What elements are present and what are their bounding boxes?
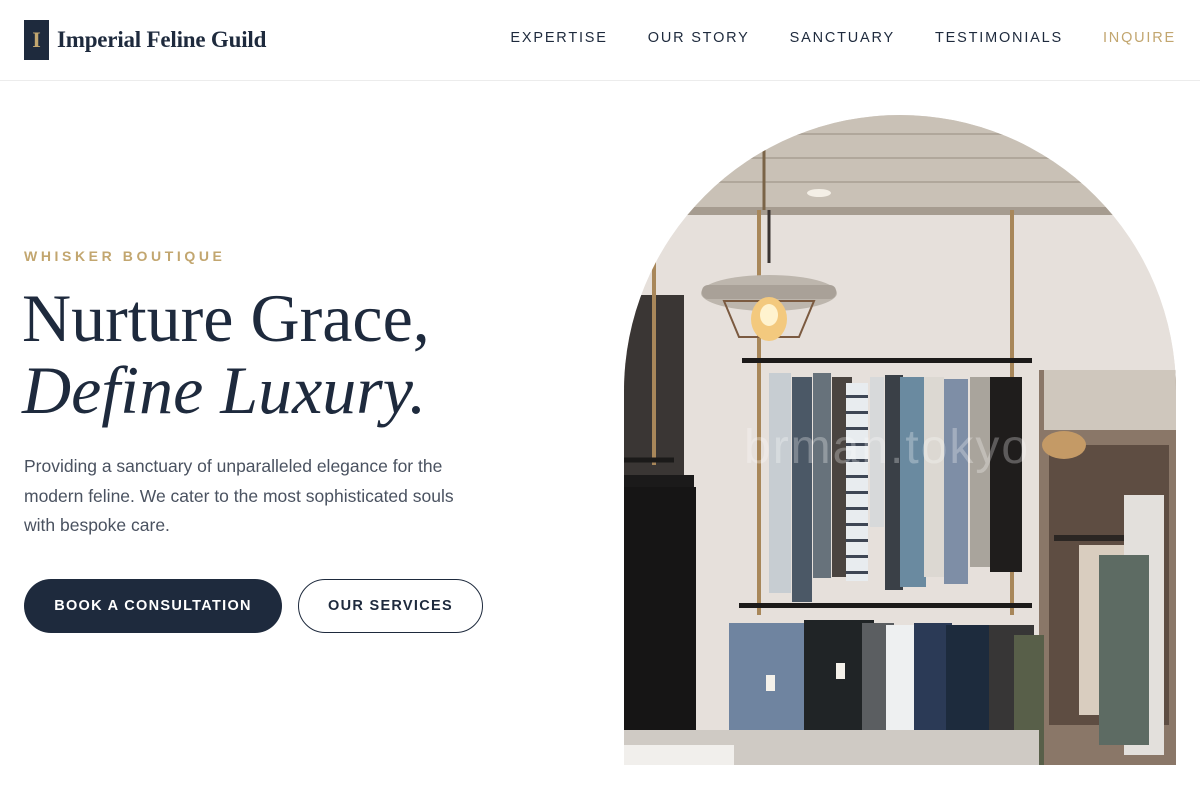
nav-link-sanctuary[interactable]: SANCTUARY xyxy=(790,30,895,46)
brand-name: Imperial Feline Guild xyxy=(57,27,267,52)
nav-link-our-story[interactable]: OUR STORY xyxy=(648,30,750,46)
hero-image: brman.tokyo xyxy=(624,115,1176,765)
image-watermark: brman.tokyo xyxy=(744,421,1031,474)
site-header: I Imperial Feline Guild EXPERTISE OUR ST… xyxy=(0,0,1200,81)
hero-description: Providing a sanctuary of unparalleled el… xyxy=(24,456,454,535)
nav-link-inquire[interactable]: INQUIRE xyxy=(1103,30,1176,46)
hero-eyebrow: WHISKER BOUTIQUE xyxy=(24,248,226,264)
hero-headline: Nurture Grace, Define Luxury. xyxy=(22,282,430,426)
main-nav: EXPERTISE OUR STORY SANCTUARY TESTIMONIA… xyxy=(510,30,1176,46)
our-services-button[interactable]: OUR SERVICES xyxy=(298,579,483,633)
nav-link-expertise[interactable]: EXPERTISE xyxy=(510,30,607,46)
brand-mark-icon: I xyxy=(24,20,49,60)
nav-link-testimonials[interactable]: TESTIMONIALS xyxy=(935,30,1063,46)
headline-line-2: Define Luxury. xyxy=(22,352,427,428)
headline-line-1: Nurture Grace, xyxy=(22,280,430,356)
brand-logo[interactable]: I Imperial Feline Guild xyxy=(24,20,266,60)
book-consultation-button[interactable]: BOOK A CONSULTATION xyxy=(24,579,282,633)
